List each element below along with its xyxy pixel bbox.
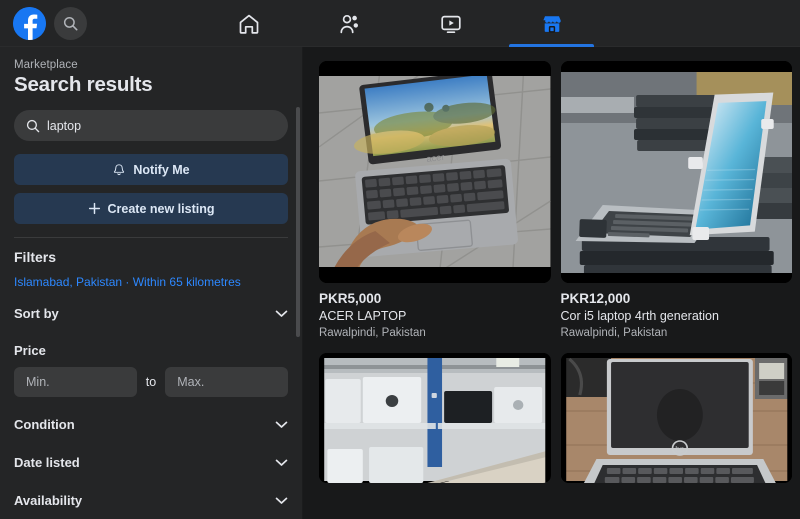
price-range-separator: to bbox=[145, 375, 157, 389]
price-max-input[interactable]: Max. bbox=[165, 367, 288, 397]
create-new-listing-button[interactable]: Create new listing bbox=[14, 193, 288, 224]
price-filter-label: Price bbox=[14, 343, 46, 358]
filter-condition[interactable]: Condition bbox=[14, 416, 288, 433]
listing-card[interactable]: PKR12,000 Cor i5 laptop 4rth generation … bbox=[560, 61, 792, 339]
facebook-marketplace-window: Marketplace Search results laptop Notify… bbox=[0, 0, 800, 519]
notify-me-label: Notify Me bbox=[133, 162, 190, 177]
chevron-down-icon bbox=[275, 497, 288, 504]
listing-price: PKR12,000 bbox=[560, 291, 631, 306]
nav-tab-home[interactable] bbox=[198, 0, 299, 47]
search-icon bbox=[26, 119, 40, 132]
filter-availability[interactable]: Availability bbox=[14, 492, 288, 509]
listing-image-core-i5-laptop[interactable] bbox=[560, 61, 792, 283]
nav-tab-video[interactable] bbox=[400, 0, 501, 47]
friends-icon bbox=[339, 14, 358, 33]
topbar-left-group bbox=[0, 6, 87, 40]
bell-icon bbox=[114, 163, 125, 175]
chevron-down-icon bbox=[275, 459, 288, 466]
listing-image-macbooks-shelf[interactable] bbox=[319, 353, 551, 483]
chevron-down-icon bbox=[275, 421, 288, 428]
filter-availability-label: Availability bbox=[14, 493, 83, 508]
listing-image-acer-laptop[interactable]: acer bbox=[319, 61, 551, 283]
listing-title: Cor i5 laptop 4rth generation bbox=[560, 309, 719, 323]
filters-heading: Filters bbox=[14, 249, 57, 265]
listing-title: ACER LAPTOP bbox=[319, 309, 407, 323]
marketplace-sidebar: Marketplace Search results laptop Notify… bbox=[0, 47, 303, 519]
plus-icon bbox=[88, 202, 100, 215]
facebook-logo-icon[interactable] bbox=[13, 6, 46, 40]
filter-condition-label: Condition bbox=[14, 417, 75, 432]
notify-me-button[interactable]: Notify Me bbox=[14, 154, 288, 185]
listing-price: PKR5,000 bbox=[319, 291, 382, 306]
listing-card[interactable]: acer PKR5,000 ACER LAPTOP Rawalpindi, Pa… bbox=[319, 61, 551, 339]
listing-location: Rawalpindi, Pakistan bbox=[319, 327, 426, 339]
nav-tab-friends[interactable] bbox=[299, 0, 400, 47]
top-search-button[interactable] bbox=[54, 6, 87, 40]
filter-date-listed-label: Date listed bbox=[14, 455, 80, 470]
sidebar-divider-top bbox=[14, 237, 288, 238]
filter-sort-by-label: Sort by bbox=[14, 306, 59, 321]
video-icon bbox=[440, 15, 461, 33]
listing-location: Rawalpindi, Pakistan bbox=[560, 327, 668, 339]
main-body: Marketplace Search results laptop Notify… bbox=[0, 47, 800, 519]
create-new-listing-label: Create new listing bbox=[107, 201, 215, 216]
search-input-value: laptop bbox=[47, 118, 82, 133]
primary-nav-tabs bbox=[198, 0, 602, 47]
price-filter-row: Min. to Max. bbox=[14, 367, 288, 397]
listing-card[interactable]: hp bbox=[560, 353, 792, 483]
sidebar-scrollbar[interactable] bbox=[296, 107, 300, 337]
listing-image-hp-laptop[interactable]: hp bbox=[560, 353, 792, 483]
top-navigation-bar bbox=[0, 0, 800, 47]
page-title: Search results bbox=[14, 73, 153, 96]
nav-tab-marketplace[interactable] bbox=[501, 0, 602, 47]
search-input[interactable]: laptop bbox=[14, 110, 288, 141]
listing-grid: acer PKR5,000 ACER LAPTOP Rawalpindi, Pa… bbox=[319, 61, 792, 483]
search-results-grid: acer PKR5,000 ACER LAPTOP Rawalpindi, Pa… bbox=[303, 47, 800, 519]
filter-sort-by[interactable]: Sort by bbox=[14, 305, 288, 322]
marketplace-icon bbox=[542, 15, 561, 33]
breadcrumb[interactable]: Marketplace bbox=[14, 59, 288, 71]
svg-text:hp: hp bbox=[675, 445, 685, 454]
location-filter-link[interactable]: Islamabad, Pakistan · Within 65 kilometr… bbox=[14, 275, 288, 289]
filter-date-listed[interactable]: Date listed bbox=[14, 454, 288, 471]
listing-card[interactable] bbox=[319, 353, 551, 483]
price-min-input[interactable]: Min. bbox=[14, 367, 137, 397]
home-icon bbox=[239, 14, 258, 34]
chevron-down-icon bbox=[275, 310, 288, 317]
